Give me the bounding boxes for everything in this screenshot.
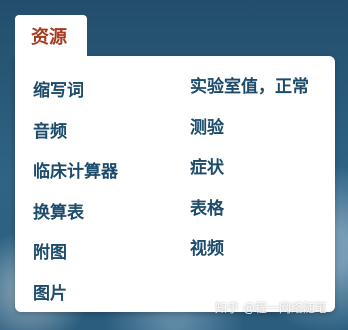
watermark: 知乎 @程一网络随笔 [215,301,327,315]
menu-item-quizzes[interactable]: 测验 [190,114,309,155]
menu-item-lab-values-normal[interactable]: 实验室值，正常 [190,73,309,114]
menu-item-videos[interactable]: 视频 [190,235,309,276]
menu-item-clinical-calculators[interactable]: 临床计算器 [33,158,118,199]
menu-item-figures[interactable]: 附图 [33,239,118,280]
menu-item-images[interactable]: 图片 [33,280,118,321]
menu-item-tables[interactable]: 表格 [190,195,309,236]
tab-resources-label: 资源 [31,27,67,48]
tab-resources[interactable]: 资源 [15,15,87,61]
menu-item-conversion-tables[interactable]: 换算表 [33,199,118,240]
menu-right-column: 实验室值，正常 测验 症状 表格 视频 [190,77,309,280]
menu-item-symptoms[interactable]: 症状 [190,154,309,195]
menu-item-audio[interactable]: 音频 [33,118,118,159]
menu-item-abbreviations[interactable]: 缩写词 [33,77,118,118]
resources-dropdown-panel: 缩写词 音频 临床计算器 换算表 附图 图片 实验室值，正常 测验 症状 表格 … [15,56,335,312]
menu-left-column: 缩写词 音频 临床计算器 换算表 附图 图片 [33,77,118,320]
